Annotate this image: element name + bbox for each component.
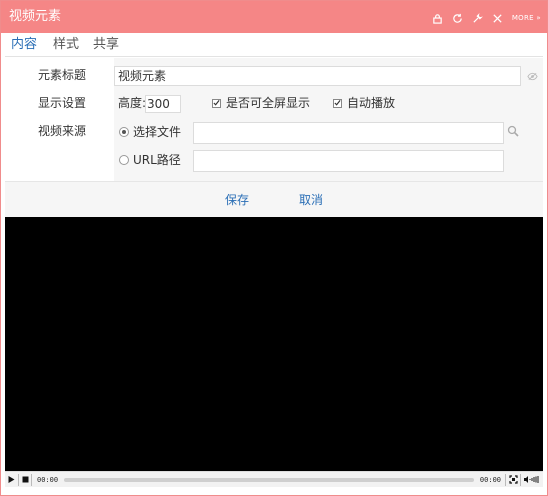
source-url-radio[interactable]: URL路径 — [119, 153, 181, 167]
duration: 00:00 — [479, 475, 501, 484]
close-icon[interactable] — [490, 10, 506, 26]
volume-icon[interactable] — [521, 473, 543, 487]
tab-content[interactable]: 内容 — [11, 37, 37, 53]
title-input[interactable]: 视频元素 — [114, 66, 521, 86]
autoplay-label: 自动播放 — [347, 96, 396, 110]
more-link[interactable]: MORE » — [512, 10, 541, 26]
seek-bar[interactable] — [64, 477, 474, 482]
cancel-button[interactable]: 取消 — [299, 193, 323, 207]
save-button[interactable]: 保存 — [225, 193, 249, 207]
fullscreen-checkbox[interactable]: 是否可全屏显示 — [212, 96, 310, 110]
source-file-label: 选择文件 — [133, 125, 182, 139]
video-player-screen[interactable] — [5, 217, 543, 471]
player-controls: 00:00 00:00 — [5, 471, 543, 487]
height-label: 高度: — [118, 96, 147, 110]
source-url-label: URL路径 — [133, 153, 181, 167]
source-file-radio[interactable]: 选择文件 — [119, 125, 181, 139]
stop-icon[interactable] — [19, 473, 31, 487]
autoplay-checkbox[interactable]: 自动播放 — [333, 96, 395, 110]
autoplay-check-box[interactable] — [333, 98, 342, 108]
play-icon[interactable] — [5, 473, 18, 487]
dialog-window: 视频元素 MORE » 内容 样式 共享 元素标题 视频元素 显示设置 高度: … — [0, 0, 548, 496]
url-path-input[interactable] — [193, 150, 504, 172]
refresh-icon[interactable] — [450, 10, 466, 26]
form-actions: 保存 取消 — [5, 181, 543, 217]
height-input[interactable]: 300 — [145, 95, 181, 113]
tab-style[interactable]: 样式 — [53, 37, 79, 53]
wrench-icon[interactable] — [470, 10, 486, 26]
video-source-label: 视频来源 — [38, 124, 87, 138]
window-title: 视频元素 — [9, 9, 62, 24]
tab-bar: 内容 样式 共享 — [5, 34, 543, 57]
fullscreen-icon[interactable] — [506, 473, 520, 487]
eye-icon[interactable] — [527, 70, 538, 84]
file-path-input[interactable] — [193, 122, 504, 144]
divider — [31, 473, 32, 486]
element-form: 元素标题 视频元素 显示设置 高度: 300 是否可全屏显示 自动播放 视频来源… — [5, 58, 543, 181]
source-url-radio-dot[interactable] — [119, 155, 129, 165]
lock-icon[interactable] — [430, 10, 446, 26]
tab-share[interactable]: 共享 — [93, 37, 119, 53]
source-file-radio-dot[interactable] — [119, 127, 129, 137]
display-settings-label: 显示设置 — [38, 96, 87, 110]
title-label: 元素标题 — [38, 68, 87, 82]
title-bar: 视频元素 MORE » — [1, 1, 547, 33]
fullscreen-check-box[interactable] — [212, 98, 221, 108]
current-time: 00:00 — [37, 475, 59, 484]
fullscreen-label: 是否可全屏显示 — [226, 96, 311, 110]
title-bar-icons: MORE » — [426, 10, 541, 26]
search-icon[interactable] — [507, 125, 519, 140]
